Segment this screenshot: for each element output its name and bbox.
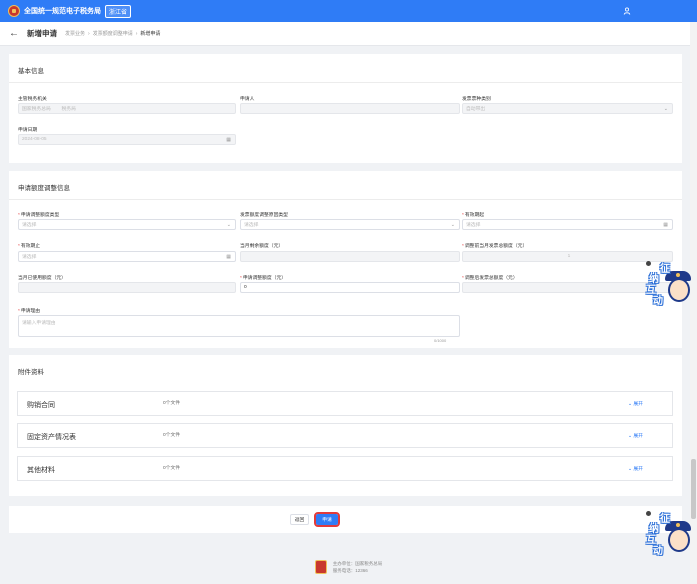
total-before-field: 1 (462, 251, 673, 262)
calendar-icon: ▦ (226, 254, 231, 260)
action-bar (9, 506, 682, 533)
used-quota-label: 当月已使用额度（元） (18, 276, 66, 281)
helper-char: 征 (660, 264, 670, 275)
scroll-thumb[interactable] (691, 459, 696, 519)
region-badge[interactable]: 浙江省 (105, 4, 132, 18)
valid-to-label: *有效期止 (18, 244, 41, 249)
tax-emblem-icon (8, 5, 20, 17)
breadcrumb-item[interactable]: 发票额度调整申请 (93, 30, 133, 37)
arrow-left-icon[interactable]: ← (9, 28, 19, 39)
applicant-field (240, 103, 460, 114)
attachment-name: 固定资产情况表 (27, 434, 76, 441)
attachment-row[interactable]: 固定资产情况表 0个文件 ⌄ 展开 (17, 423, 673, 448)
reason-type-select[interactable]: 请选择 ⌄ (240, 219, 460, 230)
total-before-label: *调整前当月发票总额度（元） (462, 244, 528, 249)
back-button[interactable]: 返回 (290, 514, 309, 525)
char-counter: 0/1000 (434, 338, 447, 343)
helper-mascot[interactable]: 征 纳 互 动 (646, 261, 692, 308)
breadcrumb-current: 新增申请 (140, 31, 161, 37)
reason-textarea[interactable]: 请输入申请理由 (18, 315, 460, 337)
invoice-type-select: 自动带出 ⌄ (462, 103, 673, 114)
calendar-icon: ▦ (663, 222, 668, 228)
attachment-count: 0个文件 (163, 466, 181, 471)
adjust-amount-input[interactable]: 0 (240, 282, 460, 293)
attachment-count: 0个文件 (163, 401, 181, 406)
attachment-count: 0个文件 (163, 433, 181, 438)
section-title: 基本信息 (18, 68, 44, 75)
breadcrumb-separator-icon: › (88, 30, 90, 37)
valid-from-label: *有效期起 (462, 213, 485, 218)
footer: 主办单位：国家税务总局 服务电话：12366 (0, 550, 697, 584)
page-title: 新增申请 (27, 29, 57, 38)
tax-authority-field: 国家税务总局 税务局 (18, 103, 236, 114)
divider (9, 82, 682, 83)
top-bar: 全国统一规范电子税务局 浙江省 (0, 0, 697, 22)
adjust-type-label: *申请调整额度类型 (18, 213, 60, 218)
helper-char: 动 (653, 546, 663, 557)
mascot-face-icon (668, 528, 690, 552)
helper-char: 征 (660, 514, 670, 525)
used-quota-field (18, 282, 236, 293)
valid-to-date[interactable]: 请选择 ▦ (18, 251, 236, 262)
attachment-name: 购销合同 (27, 402, 55, 409)
applicant-label: 申请人 (240, 97, 255, 102)
attachment-row[interactable]: 其他材料 0个文件 ⌄ 展开 (17, 456, 673, 481)
app-title: 全国统一规范电子税务局 (24, 8, 101, 15)
valid-from-date[interactable]: 请选择 ▦ (462, 219, 673, 230)
remaining-quota-label: 当月剩余额度（元） (240, 244, 284, 249)
footer-sponsor: 主办单位：国家税务总局 (332, 561, 383, 566)
breadcrumb-item[interactable]: 发票业务 (65, 30, 85, 37)
tax-logo-icon (314, 560, 327, 574)
tax-authority-label: 主管税务机关 (18, 97, 47, 102)
breadcrumb-separator-icon: › (135, 30, 138, 37)
mascot-face-icon (668, 278, 690, 302)
attachment-name: 其他材料 (27, 467, 55, 474)
invoice-type-label: 发票票种类别 (462, 97, 491, 102)
page-header: ← 新增申请 发票业务 › 发票额度调整申请 › 新增申请 (0, 22, 697, 46)
close-icon[interactable] (646, 511, 651, 516)
calendar-icon: ▦ (226, 137, 231, 143)
total-after-label: *调整后发票总额度（元） (462, 276, 518, 281)
helper-char: 动 (653, 296, 663, 307)
reason-type-label: 发票额度调整原因类型 (240, 213, 288, 218)
adjust-type-select[interactable]: 请选择 ⌄ (18, 219, 236, 230)
total-after-field (462, 282, 673, 293)
apply-button[interactable]: 申请 (314, 512, 340, 527)
expand-toggle[interactable]: ⌄ 展开 (628, 432, 643, 439)
divider (9, 199, 682, 200)
section-title: 附件资料 (18, 369, 44, 376)
footer-phone: 服务电话：12366 (332, 568, 368, 573)
chevron-down-icon: ⌄ (450, 222, 455, 228)
helper-mascot[interactable]: 征 纳 互 动 (646, 511, 692, 558)
expand-toggle[interactable]: ⌄ 展开 (628, 400, 643, 407)
remaining-quota-field (240, 251, 460, 262)
user-icon[interactable] (623, 7, 631, 15)
chevron-down-icon: ⌄ (663, 106, 668, 112)
adjust-amount-label: *申请调整额度（元） (240, 276, 287, 281)
apply-date-label: 申请日期 (18, 128, 38, 133)
basic-info-card: 基本信息 主管税务机关 国家税务总局 税务局 申请人 发票票种类别 自动带出 ⌄… (9, 54, 682, 163)
reason-label: *申请理由 (18, 309, 41, 314)
chevron-down-icon: ⌄ (226, 222, 231, 228)
quota-adjust-card: 申请额度调整信息 *申请调整额度类型 请选择 ⌄ 发票额度调整原因类型 请选择 … (9, 171, 682, 348)
apply-date-field: 2024-08-05 ▦ (18, 134, 236, 145)
section-title: 申请额度调整信息 (18, 185, 70, 192)
breadcrumb: 发票业务 › 发票额度调整申请 › 新增申请 (65, 30, 161, 38)
expand-toggle[interactable]: ⌄ 展开 (628, 465, 643, 472)
attachment-row[interactable]: 购销合同 0个文件 ⌄ 展开 (17, 391, 673, 416)
close-icon[interactable] (646, 261, 651, 266)
